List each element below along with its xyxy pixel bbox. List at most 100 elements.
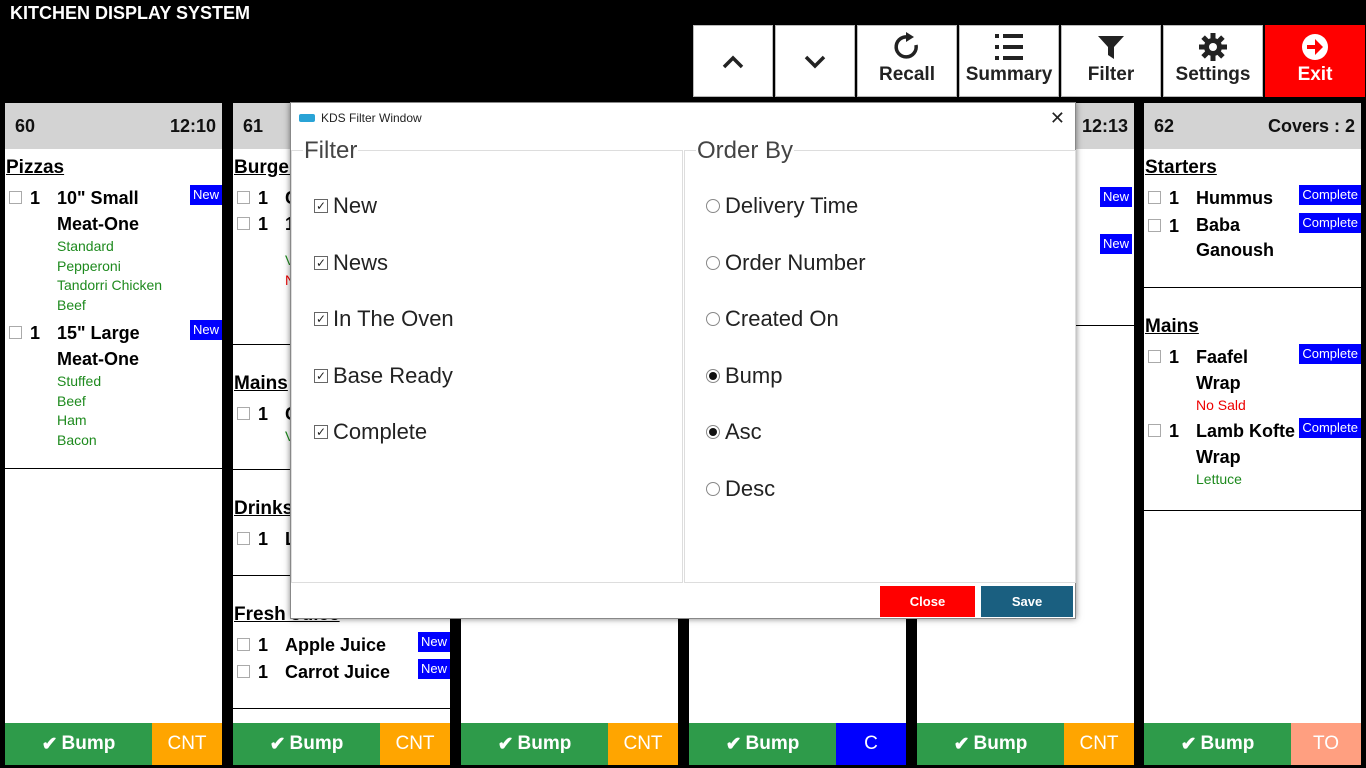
radio-selected-icon[interactable]	[706, 369, 720, 383]
order-type-tag[interactable]: C	[836, 723, 906, 765]
order-option-desc[interactable]: Desc	[706, 476, 775, 502]
list-item[interactable]: 1 10" Small Meat-One Standard Pepperoni …	[5, 185, 222, 315]
app-title: KITCHEN DISPLAY SYSTEM	[10, 3, 251, 23]
checkbox-checked-icon[interactable]: ✓	[314, 312, 328, 326]
order-type-tag[interactable]: CNT	[152, 723, 222, 765]
item-checkbox[interactable]	[237, 532, 250, 545]
order-card-62[interactable]: 62 Covers : 2 Starters 1 Hummus Complete…	[1144, 103, 1361, 765]
item-checkbox[interactable]	[237, 638, 250, 651]
item-qty: 1	[258, 214, 269, 234]
status-badge: Complete	[1299, 185, 1361, 205]
filter-label: Filter	[1087, 64, 1135, 85]
item-checkbox[interactable]	[9, 326, 22, 339]
modifier: No Sald	[1196, 397, 1246, 413]
check-icon: ✔	[1180, 733, 1197, 755]
order-option-bump[interactable]: Bump	[706, 363, 782, 389]
option-label: Base Ready	[333, 363, 453, 388]
bump-button[interactable]: ✔ Bump	[1144, 723, 1291, 765]
filter-option-new[interactable]: ✓ New	[314, 193, 377, 219]
item-checkbox[interactable]	[1148, 350, 1161, 363]
item-qty: 1	[1169, 420, 1180, 441]
refresh-icon	[858, 26, 956, 68]
filter-option-in-the-oven[interactable]: ✓ In The Oven	[314, 306, 454, 332]
item-checkbox[interactable]	[1148, 423, 1161, 437]
list-item[interactable]: 1 Hummus Complete	[1144, 185, 1361, 211]
check-icon: ✔	[269, 733, 286, 755]
list-item[interactable]: 1 Apple Juice New	[233, 632, 450, 658]
item-checkbox[interactable]	[237, 407, 250, 420]
order-option-delivery-time[interactable]: Delivery Time	[706, 193, 858, 219]
bump-button[interactable]: ✔ Bump	[461, 723, 608, 765]
option-label: New	[333, 193, 378, 218]
radio-icon[interactable]	[706, 312, 720, 326]
list-item[interactable]: 1 Carrot Juice New	[233, 659, 450, 685]
close-icon[interactable]: ✕	[1050, 108, 1065, 129]
item-qty: 1	[258, 635, 269, 655]
item-checkbox[interactable]	[237, 191, 250, 204]
filter-option-complete[interactable]: ✓ Complete	[314, 419, 427, 445]
filter-option-base-ready[interactable]: ✓ Base Ready	[314, 363, 453, 389]
item-qty: 1	[258, 529, 269, 549]
item-checkbox[interactable]	[1148, 219, 1161, 232]
checkbox-checked-icon[interactable]: ✓	[314, 199, 328, 213]
order-type-tag[interactable]: CNT	[1064, 723, 1134, 765]
item-checkbox[interactable]	[1148, 191, 1161, 204]
bump-button[interactable]: ✔ Bump	[233, 723, 380, 765]
check-icon: ✔	[497, 733, 514, 755]
status-badge: New	[417, 632, 450, 652]
order-type-tag[interactable]: TO	[1291, 723, 1361, 765]
order-number: 61	[243, 115, 264, 136]
filter-option-news[interactable]: ✓ News	[314, 250, 388, 276]
radio-selected-icon[interactable]	[706, 425, 720, 439]
order-card-60[interactable]: 60 12:10 Pizzas 1 10" Small Meat-One Sta…	[5, 103, 222, 765]
checkbox-checked-icon[interactable]: ✓	[314, 369, 328, 383]
bump-label: Bump	[1200, 733, 1255, 754]
radio-icon[interactable]	[706, 256, 720, 270]
radio-icon[interactable]	[706, 199, 720, 213]
order-type-tag[interactable]: CNT	[380, 723, 450, 765]
bump-button[interactable]: ✔ Bump	[689, 723, 836, 765]
card-header: 60 12:10	[5, 103, 222, 149]
item-qty: 1	[258, 188, 269, 208]
item-checkbox[interactable]	[9, 191, 22, 204]
order-type-tag[interactable]: CNT	[608, 723, 678, 765]
recall-button[interactable]: Recall	[857, 25, 957, 97]
status-badge: Complete	[1299, 344, 1361, 364]
order-option-asc[interactable]: Asc	[706, 419, 762, 445]
checkbox-checked-icon[interactable]: ✓	[314, 425, 328, 439]
item-qty: 1	[1169, 188, 1180, 208]
checkbox-checked-icon[interactable]: ✓	[314, 256, 328, 270]
dialog-title: KDS Filter Window	[321, 111, 422, 125]
filter-group-title: Filter	[303, 137, 359, 164]
status-badge: Complete	[1299, 213, 1361, 233]
list-item[interactable]: 1 Faafel Wrap No Sald Complete	[1144, 344, 1361, 416]
list-item[interactable]: 1 Lamb Kofte Wrap Lettuce Complete	[1144, 417, 1361, 490]
orderby-group: Order By Delivery Time Order Number Crea…	[684, 138, 1076, 583]
recall-label: Recall	[879, 64, 935, 85]
divider	[1144, 287, 1361, 288]
radio-icon[interactable]	[706, 482, 720, 496]
settings-button[interactable]: Settings	[1163, 25, 1263, 97]
option-label: News	[333, 250, 389, 275]
item-checkbox[interactable]	[237, 217, 250, 230]
bump-button[interactable]: ✔ Bump	[917, 723, 1064, 765]
close-button[interactable]: Close	[880, 586, 975, 617]
exit-button[interactable]: Exit	[1265, 25, 1365, 97]
filter-button[interactable]: Filter	[1061, 25, 1161, 97]
scroll-up-button[interactable]	[693, 25, 773, 97]
list-item[interactable]: 1 15" Large Meat-One Stuffed Beef Ham Ba…	[5, 320, 222, 450]
item-checkbox[interactable]	[237, 665, 250, 678]
save-button[interactable]: Save	[981, 586, 1073, 617]
status-badge: New	[189, 320, 222, 340]
order-time: 12:13	[1081, 115, 1128, 136]
bump-button[interactable]: ✔ Bump	[5, 723, 152, 765]
order-option-order-number[interactable]: Order Number	[706, 250, 866, 276]
item-name: 15" Large Meat-One	[57, 323, 140, 369]
item-qty: 1	[1169, 216, 1180, 236]
modifier: Standard	[57, 238, 114, 254]
scroll-down-button[interactable]	[775, 25, 855, 97]
list-item[interactable]: 1 Baba Ganoush Complete	[1144, 213, 1361, 263]
bump-label: Bump	[973, 733, 1028, 754]
order-option-created-on[interactable]: Created On	[706, 306, 839, 332]
summary-button[interactable]: Summary	[959, 25, 1059, 97]
